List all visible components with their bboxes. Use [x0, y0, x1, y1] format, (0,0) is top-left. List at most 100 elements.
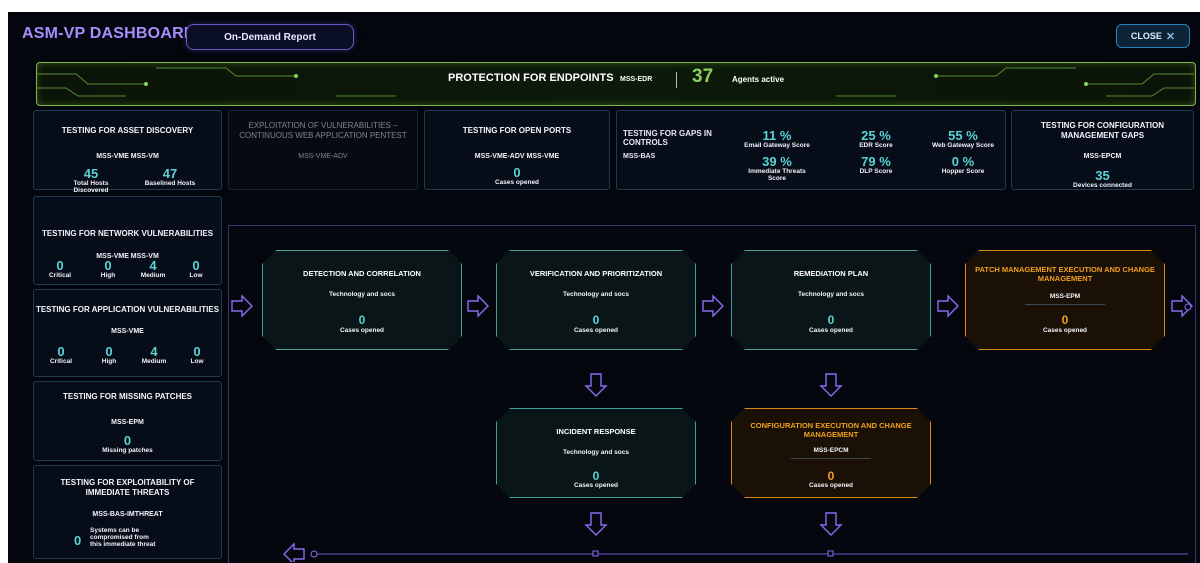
- card-title: TESTING FOR OPEN PORTS: [462, 126, 572, 135]
- arrow-down-icon: [819, 373, 843, 397]
- missing-patches-stat: 0 Missing patches: [34, 434, 221, 454]
- agents-label: Agents active: [732, 75, 785, 84]
- stat-label: Medium: [141, 358, 167, 365]
- card-code: MSS-EPCM: [1083, 153, 1122, 160]
- agents-count: 37: [692, 66, 714, 87]
- stat-low: 0 Low: [178, 345, 216, 365]
- node-title: PATCH MANAGEMENT EXECUTION AND CHANGE MA…: [975, 265, 1155, 283]
- node-divider: [1025, 304, 1104, 305]
- score-value: 39 %: [762, 154, 792, 169]
- node-label: Cases opened: [1042, 327, 1088, 334]
- node-label: Cases opened: [573, 482, 619, 489]
- node-value: 0: [827, 469, 835, 483]
- arrow-right-icon: [702, 294, 724, 318]
- card-title: EXPLOITATION OF VULNERABILITIES – CONTIN…: [239, 121, 407, 140]
- stat-label: Missing patches: [102, 447, 153, 454]
- stat-label: Critical: [49, 358, 73, 365]
- stat-low: 0 Low: [177, 259, 215, 279]
- stat-high: 0 High: [89, 259, 127, 279]
- stat-label: High: [101, 358, 117, 365]
- score-label: Web Gateway Score: [931, 142, 995, 149]
- devices-stat: 35 Devices connected: [1012, 169, 1193, 189]
- node-label: Cases opened: [808, 482, 854, 489]
- stat-medium: 4 Medium: [133, 259, 173, 279]
- score-label: DLP Score: [859, 168, 893, 175]
- stat-value: 0: [192, 258, 200, 273]
- stat-total-hosts: 45 Total Hosts Discovered: [56, 167, 126, 194]
- stat-label: Medium: [140, 272, 166, 279]
- circuit-decoration: [36, 67, 1194, 97]
- card-codes: MSS-VME-ADV MSS-VME: [474, 153, 560, 160]
- open-ports-stat: 0 Cases opened: [425, 166, 609, 186]
- stat-value: 0: [56, 258, 64, 273]
- banner-title: PROTECTION FOR ENDPOINTS: [448, 72, 614, 84]
- stat-value: 45: [83, 166, 99, 181]
- card-title: TESTING FOR APPLICATION VULNERABILITIES: [35, 305, 220, 314]
- stat-value: 47: [162, 166, 178, 181]
- node-incident-response[interactable]: INCIDENT RESPONSE Technology and socs 0 …: [496, 408, 696, 498]
- node-subtitle: Technology and socs: [798, 291, 864, 298]
- close-button[interactable]: CLOSE ✕: [1116, 24, 1190, 48]
- node-title: CONFIGURATION EXECUTION AND CHANGE MANAG…: [750, 421, 912, 439]
- return-line-node: [310, 550, 318, 558]
- card-code: MSS-BAS: [623, 153, 656, 160]
- card-code: MSS-EPM: [111, 419, 144, 426]
- stat-value: 0: [57, 344, 65, 359]
- return-line-node: [1184, 303, 1192, 311]
- score-immediate-threats: 39 % Immediate Threats Score: [747, 155, 807, 182]
- stat-value: 0: [104, 258, 112, 273]
- card-title: TESTING FOR EXPLOITABILITY OF IMMEDIATE …: [60, 478, 195, 497]
- stat-label: Cases opened: [494, 179, 540, 186]
- stat-label: Low: [189, 272, 203, 279]
- return-line-node: [827, 550, 834, 557]
- score-label: Immediate Threats Score: [748, 168, 806, 182]
- score-label: Hopper Score: [941, 168, 985, 175]
- node-title: DETECTION AND CORRELATION: [303, 269, 421, 278]
- stat-baselined-hosts: 47 Baselined Hosts: [140, 167, 200, 187]
- card-missing-patches[interactable]: TESTING FOR MISSING PATCHES MSS-EPM 0 Mi…: [33, 381, 222, 461]
- node-label: Cases opened: [573, 327, 619, 334]
- arrow-right-icon: [937, 294, 959, 318]
- stat-label: Total Hosts Discovered: [73, 180, 109, 194]
- node-configuration-execution[interactable]: CONFIGURATION EXECUTION AND CHANGE MANAG…: [731, 408, 931, 498]
- score-value: 25 %: [861, 128, 891, 143]
- card-open-ports[interactable]: TESTING FOR OPEN PORTS MSS-VME-ADV MSS-V…: [424, 110, 610, 190]
- card-asset-discovery[interactable]: TESTING FOR ASSET DISCOVERY MSS-VME MSS-…: [33, 110, 222, 194]
- node-title: INCIDENT RESPONSE: [556, 427, 636, 436]
- stat-label: Critical: [48, 272, 72, 279]
- arrow-down-icon: [584, 373, 608, 397]
- node-subtitle: MSS-EPCM: [813, 447, 849, 454]
- node-value: 0: [592, 313, 600, 327]
- node-detection-correlation[interactable]: DETECTION AND CORRELATION Technology and…: [262, 250, 462, 350]
- card-application-vulnerabilities[interactable]: TESTING FOR APPLICATION VULNERABILITIES …: [33, 289, 222, 377]
- node-remediation-plan[interactable]: REMEDIATION PLAN Technology and socs 0 C…: [731, 250, 931, 350]
- node-subtitle: MSS-EPM: [1049, 293, 1081, 300]
- node-value: 0: [592, 469, 600, 483]
- card-codes: MSS-VME: [111, 328, 144, 335]
- node-title: REMEDIATION PLAN: [793, 269, 869, 278]
- card-gaps-in-controls[interactable]: TESTING FOR GAPS IN CONTROLS MSS-BAS 11 …: [616, 110, 1006, 190]
- threat-count: 0: [74, 533, 82, 548]
- card-title: TESTING FOR GAPS IN CONTROLS: [623, 129, 712, 147]
- banner-divider: [676, 72, 677, 88]
- card-title: TESTING FOR NETWORK VULNERABILITIES: [41, 229, 214, 238]
- node-subtitle: Technology and socs: [329, 291, 395, 298]
- node-subtitle: Technology and socs: [563, 449, 629, 456]
- score-hopper: 0 % Hopper Score: [925, 155, 1001, 175]
- score-value: 11 %: [762, 128, 792, 143]
- node-patch-management[interactable]: PATCH MANAGEMENT EXECUTION AND CHANGE MA…: [965, 250, 1165, 350]
- stat-value: 0: [193, 344, 201, 359]
- card-web-pentest[interactable]: EXPLOITATION OF VULNERABILITIES – CONTIN…: [228, 110, 418, 190]
- score-label: EDR Score: [859, 142, 893, 149]
- on-demand-report-button[interactable]: On-Demand Report: [186, 24, 354, 50]
- card-immediate-threats[interactable]: TESTING FOR EXPLOITABILITY OF IMMEDIATE …: [33, 465, 222, 559]
- close-icon: ✕: [1165, 30, 1176, 43]
- node-verification-prioritization[interactable]: VERIFICATION AND PRIORITIZATION Technolo…: [496, 250, 696, 350]
- card-config-gaps[interactable]: TESTING FOR CONFIGURATION MANAGEMENT GAP…: [1011, 110, 1194, 190]
- stat-label: Baselined Hosts: [144, 180, 196, 187]
- card-title: TESTING FOR MISSING PATCHES: [62, 392, 193, 401]
- stat-value: 0: [513, 165, 521, 180]
- node-value: 0: [358, 313, 366, 327]
- score-value: 55 %: [948, 128, 978, 143]
- score-dlp: 79 % DLP Score: [841, 155, 911, 175]
